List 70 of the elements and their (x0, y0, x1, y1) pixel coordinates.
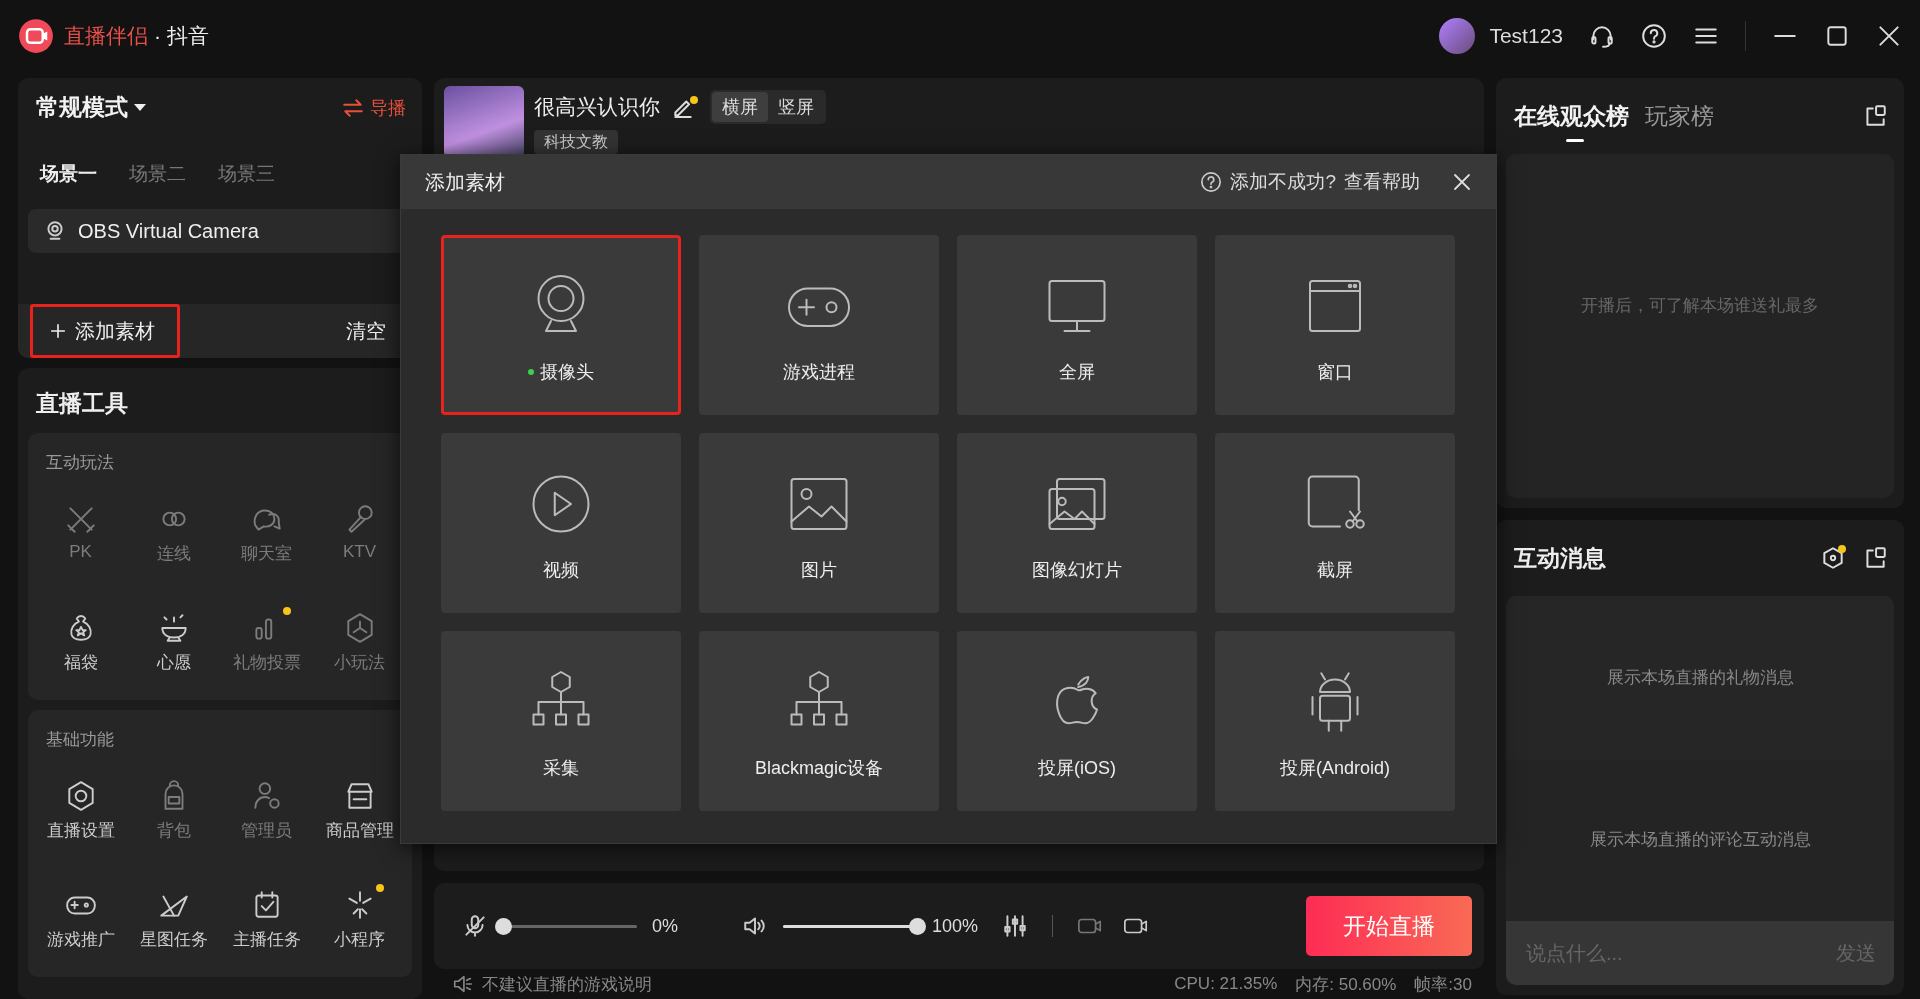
volume-reading: 100% (932, 915, 980, 937)
orientation-toggle[interactable]: 横屏 (712, 92, 768, 122)
clear-button[interactable]: 清空 (346, 317, 386, 345)
source-type-tile[interactable]: 图片 (699, 433, 939, 613)
plus-icon (49, 322, 67, 340)
tool-button[interactable]: 福袋 (34, 605, 127, 680)
add-source-button[interactable]: 添加素材 (30, 304, 180, 358)
help-icon (1200, 171, 1223, 193)
source-type-tile[interactable]: 采集 (441, 631, 681, 811)
empty-state-text: 开播后，可了解本场谁送礼最多 (1581, 295, 1819, 317)
volume-reading: 0% (652, 915, 679, 937)
director-switch-button[interactable]: 导播 (342, 95, 406, 120)
settings-button[interactable] (1820, 545, 1846, 571)
source-type-tile[interactable]: 图像幻灯片 (957, 433, 1197, 613)
mixer-icon[interactable] (1002, 913, 1028, 939)
close-icon[interactable] (1876, 23, 1902, 49)
source-type-tile[interactable]: 全屏 (957, 235, 1197, 415)
source-type-tile[interactable]: 窗口 (1215, 235, 1455, 415)
source-type-tile[interactable]: 投屏(Android) (1215, 631, 1455, 811)
empty-state-text: 展示本场直播的评论互动消息 (1589, 829, 1811, 852)
panel-title: 互动消息 (1514, 543, 1606, 573)
group-title: 互动玩法 (45, 452, 115, 474)
tool-button[interactable]: 星图任务 (127, 882, 220, 957)
cpu-usage: CPU: 21.35% (1174, 974, 1278, 994)
platform-name: · 抖音 (154, 23, 209, 49)
user-avatar[interactable] (1439, 18, 1476, 54)
memory-usage: 内存: 50.60% (1295, 973, 1397, 996)
source-type-tile[interactable]: 截屏 (1215, 433, 1455, 613)
username: Test123 (1489, 24, 1563, 48)
orientation-toggle[interactable]: 竖屏 (768, 92, 824, 122)
ranking-tab[interactable]: 在线观众榜 (1514, 88, 1629, 144)
source-type-tile[interactable]: 游戏进程 (699, 235, 939, 415)
scene-tab[interactable]: 场景二 (129, 161, 186, 187)
swap-arrows-icon (342, 96, 364, 119)
source-type-tile[interactable]: 投屏(iOS) (957, 631, 1197, 811)
edit-button[interactable] (672, 96, 698, 118)
scene-tab[interactable]: 场景一 (40, 161, 97, 187)
tool-button[interactable]: 心愿 (127, 605, 220, 680)
headset-icon[interactable] (1589, 23, 1615, 49)
tool-button[interactable]: 小程序 (313, 882, 406, 957)
dialog-title: 添加素材 (425, 169, 505, 195)
slider-thumb[interactable] (495, 917, 512, 935)
frame-rate: 帧率:30 (1414, 973, 1472, 996)
section-title: 直播工具 (35, 389, 129, 418)
help-icon[interactable] (1641, 23, 1667, 49)
ranking-tab[interactable]: 玩家榜 (1645, 88, 1714, 144)
scene-tab[interactable]: 场景三 (218, 161, 275, 187)
source-type-tile[interactable]: 摄像头 (441, 235, 681, 415)
tool-button[interactable]: 直播设置 (34, 773, 127, 848)
webcam-icon (44, 220, 66, 242)
slider-thumb[interactable] (909, 917, 926, 935)
group-title: 基础功能 (45, 729, 115, 751)
maximize-icon[interactable] (1824, 23, 1850, 49)
speaker-notice-icon (452, 973, 474, 995)
microphone-muted-icon[interactable] (462, 913, 488, 939)
empty-state-text: 展示本场直播的礼物消息 (1606, 666, 1794, 689)
source-type-tile[interactable]: 视频 (441, 433, 681, 613)
stream-title: 很高兴认识你 (534, 94, 660, 120)
tool-button[interactable]: 游戏推广 (34, 882, 127, 957)
settings-icon (1820, 545, 1846, 571)
tool-button[interactable]: 主播任务 (220, 882, 313, 957)
help-link[interactable]: 查看帮助 (1344, 169, 1420, 195)
app-name: 直播伴侣 (64, 23, 148, 49)
source-type-tile[interactable]: Blackmagic设备 (699, 631, 939, 811)
category-tag[interactable]: 科技文教 (534, 130, 618, 154)
tool-button[interactable]: 商品管理 (313, 773, 406, 848)
game-notice-link[interactable]: 不建议直播的游戏说明 (452, 972, 652, 996)
help-text: 添加不成功? (1230, 170, 1336, 194)
mode-dropdown[interactable]: 常规模式 (36, 92, 146, 123)
app-logo-icon (18, 18, 54, 54)
